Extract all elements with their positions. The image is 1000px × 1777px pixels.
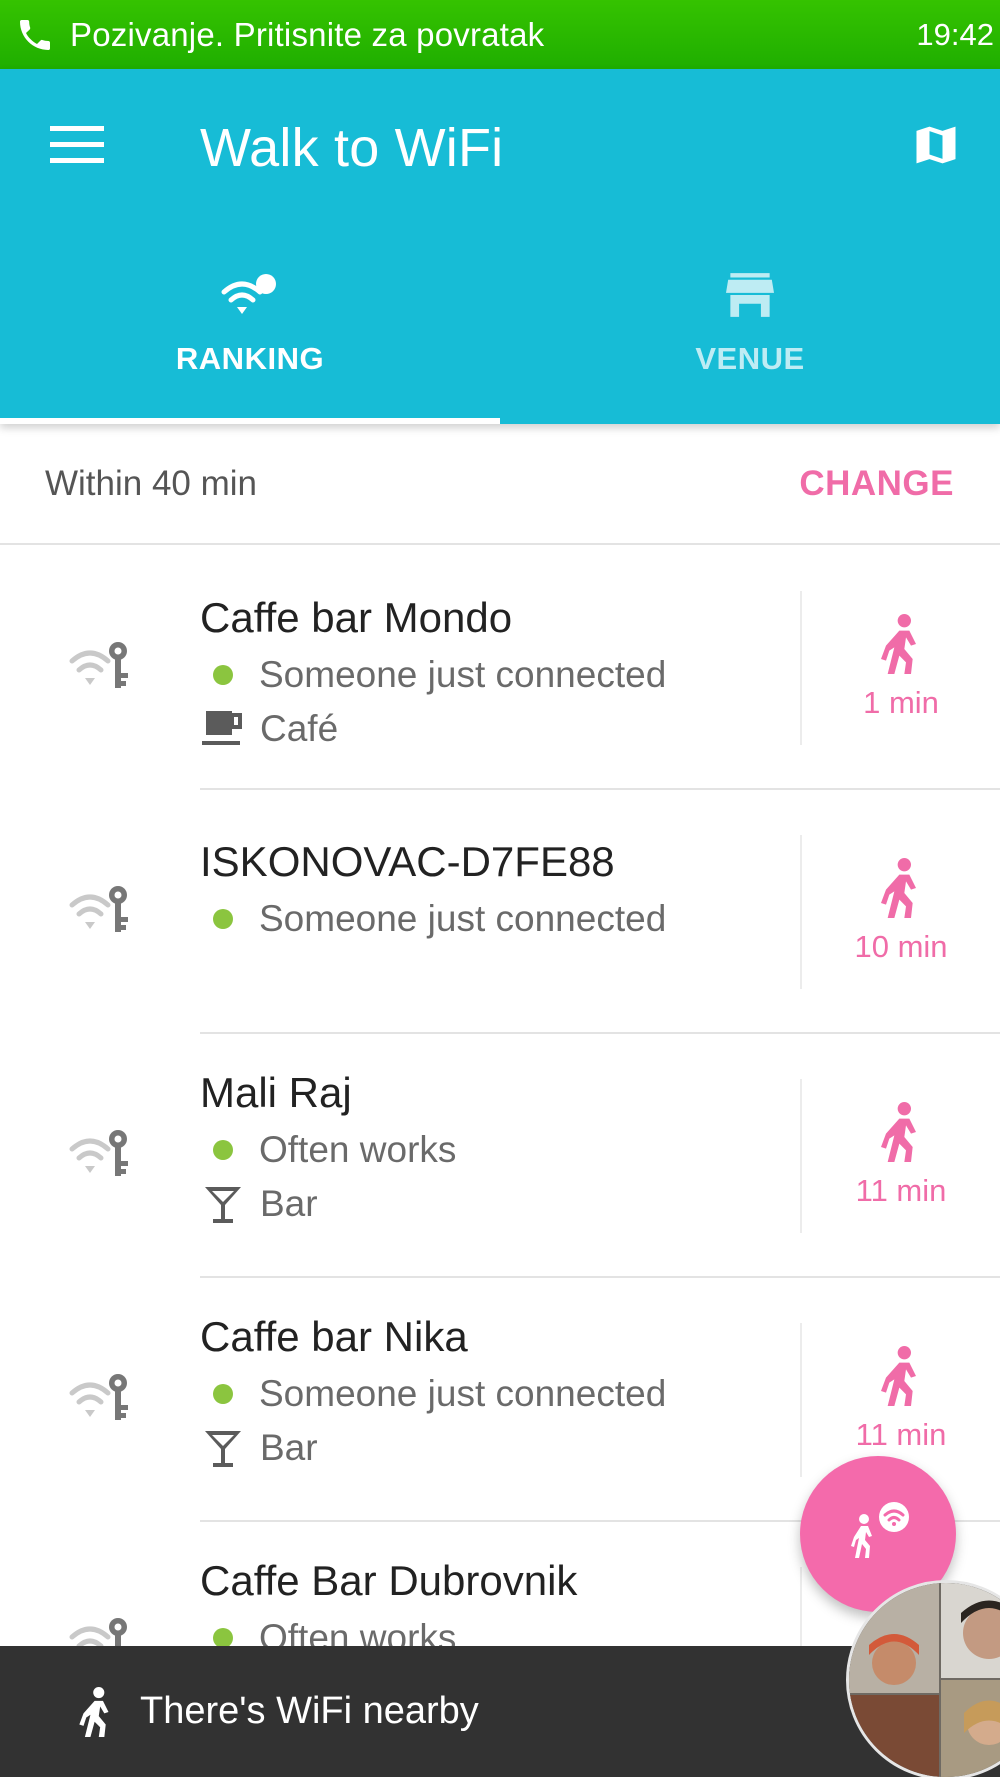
cocktail-icon xyxy=(200,1184,246,1224)
walking-person-icon xyxy=(881,1102,921,1167)
hotspot-category: Café xyxy=(200,708,800,750)
wifi-key-icon xyxy=(62,1607,142,1646)
walking-person-icon xyxy=(881,858,921,923)
walking-person-icon xyxy=(66,1686,126,1737)
list-item[interactable]: Mali Raj Often works Bar 11 min xyxy=(0,1034,1000,1278)
list-item[interactable]: ISKONOVAC-D7FE88 Someone just connected … xyxy=(0,790,1000,1034)
app-title: Walk to WiFi xyxy=(200,118,504,178)
walk-time: 1 min xyxy=(802,614,1000,721)
walk-time: 11 min xyxy=(802,1346,1000,1453)
hotspot-status-text: Often works xyxy=(259,1129,457,1170)
clock: 19:42 xyxy=(916,16,994,52)
hotspot-category-text: Bar xyxy=(260,1183,318,1224)
wifi-key-icon xyxy=(62,875,142,945)
tab-venue-label: VENUE xyxy=(695,341,805,376)
tab-bar: RANKING VENUE xyxy=(0,229,1000,424)
hotspot-status-text: Someone just connected xyxy=(259,1373,667,1414)
hotspot-status-text: Often works xyxy=(259,1617,457,1646)
tab-ranking-label: RANKING xyxy=(175,341,325,376)
walk-time: 11 min xyxy=(802,1102,1000,1209)
hotspot-name: Mali Raj xyxy=(200,1069,352,1116)
wifi-key-icon xyxy=(62,631,142,701)
hotspot-category-text: Café xyxy=(260,708,339,749)
hotspot-name: ISKONOVAC-D7FE88 xyxy=(200,838,615,885)
walk-time: 10 min xyxy=(802,858,1000,965)
distance-filter: Within 40 min CHANGE xyxy=(0,424,1000,545)
tab-venue[interactable]: VENUE xyxy=(500,229,1000,424)
hotspot-status: Often works xyxy=(200,1617,800,1646)
cocktail-icon xyxy=(200,1428,246,1468)
map-icon xyxy=(910,119,962,176)
hotspot-info: Mali Raj Often works Bar xyxy=(200,1069,800,1225)
walking-person-icon xyxy=(881,614,921,679)
wifi-key-icon xyxy=(62,1119,142,1189)
hotspot-status-text: Someone just connected xyxy=(259,654,667,695)
walk-time-text: 10 min xyxy=(854,929,948,964)
hotspot-category: Bar xyxy=(200,1183,800,1225)
snackbar-message: There's WiFi nearby xyxy=(140,1690,479,1732)
distance-filter-label: Within 40 min xyxy=(45,463,258,503)
wifi-ranking-icon xyxy=(220,265,280,325)
toolbar: Walk to WiFi xyxy=(0,69,1000,229)
hotspot-info: ISKONOVAC-D7FE88 Someone just connected xyxy=(200,838,800,940)
hotspot-status: Often works xyxy=(200,1129,800,1171)
walk-to-wifi-icon xyxy=(842,1499,914,1570)
store-icon xyxy=(723,265,777,325)
menu-button[interactable] xyxy=(38,111,118,183)
hotspot-category-text: Bar xyxy=(260,1427,318,1468)
phone-icon xyxy=(0,0,70,69)
walking-person-icon xyxy=(881,1346,921,1411)
status-dot xyxy=(213,909,233,929)
status-dot xyxy=(213,1384,233,1404)
ongoing-call-text[interactable]: Pozivanje. Pritisnite za povratak xyxy=(70,16,544,54)
wifi-key-icon xyxy=(62,1363,142,1433)
status-dot xyxy=(213,1140,233,1160)
hotspot-info: Caffe Bar Dubrovnik Often works xyxy=(200,1557,800,1646)
map-button[interactable] xyxy=(896,111,976,183)
status-bar[interactable]: Pozivanje. Pritisnite za povratak 19:42 xyxy=(0,0,1000,69)
change-button[interactable]: CHANGE xyxy=(799,464,954,504)
status-dot xyxy=(213,665,233,685)
walk-time-text: 1 min xyxy=(863,685,939,720)
hotspot-name: Caffe bar Mondo xyxy=(200,594,513,641)
menu-icon xyxy=(50,124,106,171)
hotspot-name: Caffe bar Nika xyxy=(200,1313,468,1360)
list-item[interactable]: Caffe bar Mondo Someone just connected C… xyxy=(0,546,1000,790)
walk-time-text: 11 min xyxy=(855,1173,947,1208)
hotspot-status: Someone just connected xyxy=(200,654,800,696)
hotspot-status: Someone just connected xyxy=(200,1373,800,1415)
hotspot-info: Caffe bar Mondo Someone just connected C… xyxy=(200,594,800,750)
hotspot-status-text: Someone just connected xyxy=(259,898,667,939)
divider xyxy=(800,1567,802,1646)
coffee-cup-icon xyxy=(200,709,246,749)
hotspot-name: Caffe Bar Dubrovnik xyxy=(200,1557,578,1604)
tab-ranking[interactable]: RANKING xyxy=(0,229,500,424)
hotspot-info: Caffe bar Nika Someone just connected Ba… xyxy=(200,1313,800,1469)
walk-time-text: 11 min xyxy=(855,1417,947,1452)
hotspot-status: Someone just connected xyxy=(200,898,800,940)
app-bar: Walk to WiFi RANKING VENUE xyxy=(0,69,1000,424)
hotspot-category: Bar xyxy=(200,1427,800,1469)
status-dot xyxy=(213,1628,233,1646)
